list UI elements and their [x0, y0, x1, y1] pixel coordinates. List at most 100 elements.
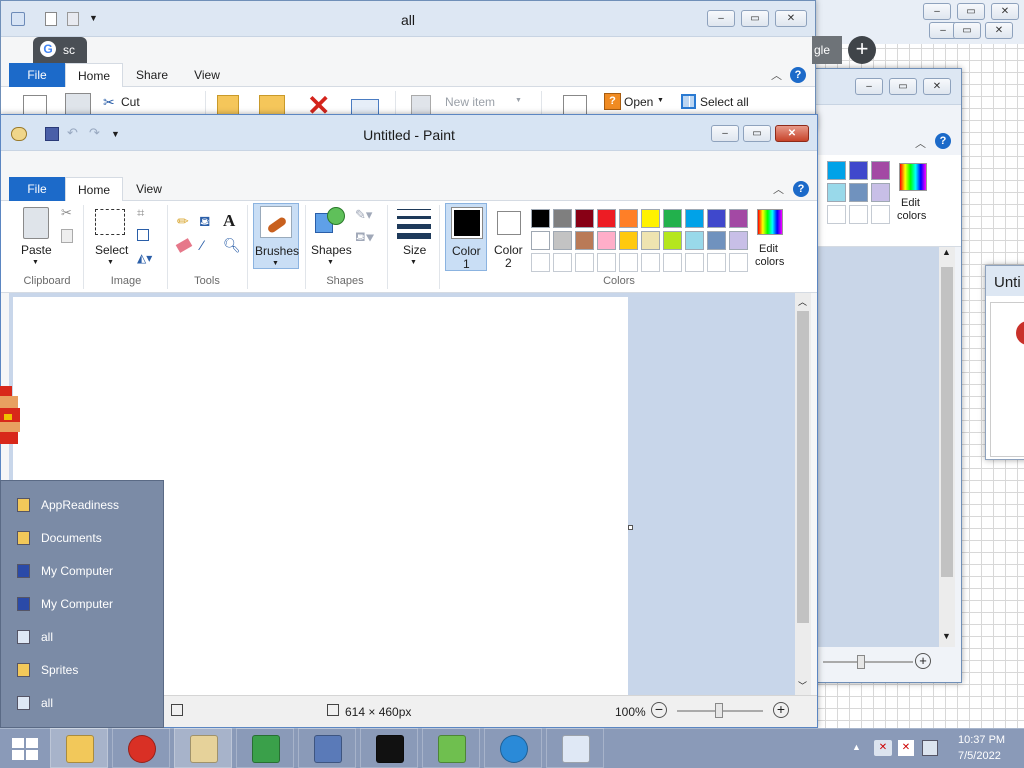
paint-maximize-button[interactable]: ▭ — [743, 125, 771, 142]
taskbar-app-button[interactable] — [174, 728, 232, 768]
paint-tab-home[interactable]: Home — [65, 177, 123, 201]
right-palette-empty-swatch[interactable] — [871, 205, 890, 224]
palette-swatch[interactable] — [575, 209, 594, 228]
explorer-help-icon[interactable]: ? — [790, 67, 806, 83]
scroll-down-icon[interactable]: ▼ — [942, 631, 951, 641]
shape-fill-icon[interactable]: ⛾▾ — [355, 229, 374, 247]
palette-empty-swatch[interactable] — [553, 253, 572, 272]
right-paint-close-button[interactable]: ✕ — [923, 78, 951, 95]
palette-swatch[interactable] — [597, 209, 616, 228]
palette-swatch[interactable] — [531, 231, 550, 250]
eraser-icon[interactable] — [175, 238, 193, 253]
palette-swatch[interactable] — [729, 209, 748, 228]
taskbar-app-button[interactable] — [298, 728, 356, 768]
volume-muted-icon[interactable]: ✕ — [874, 740, 892, 756]
grid-window-restore-2[interactable]: ▭ — [953, 22, 981, 39]
shapes-dropdown-icon[interactable]: ▼ — [327, 259, 334, 266]
grid-window-close-2[interactable]: ✕ — [985, 22, 1013, 39]
chrome-tab-fragment-right[interactable]: gle — [812, 36, 842, 64]
palette-swatch[interactable] — [553, 209, 572, 228]
paint-scroll-thumb[interactable] — [797, 311, 809, 623]
edit-colors-label-a[interactable]: Edit — [759, 243, 778, 255]
explorer-collapse-icon[interactable]: ︿ — [771, 67, 782, 83]
palette-swatch[interactable] — [729, 231, 748, 250]
palette-swatch[interactable] — [707, 209, 726, 228]
palette-swatch[interactable] — [619, 231, 638, 250]
jump-list-item[interactable]: all — [7, 691, 157, 715]
rotate-icon[interactable]: ◭▾ — [137, 251, 152, 265]
palette-empty-swatch[interactable] — [641, 253, 660, 272]
scissors-icon[interactable]: ✂ — [103, 94, 115, 111]
palette-swatch[interactable] — [663, 209, 682, 228]
paste-icon[interactable] — [23, 207, 49, 239]
paste-dropdown-icon[interactable]: ▼ — [32, 259, 39, 266]
edit-colors-label-b[interactable]: colors — [755, 256, 784, 268]
right-paint-collapse-icon[interactable]: ︿ — [915, 135, 926, 151]
taskbar-app-button[interactable] — [112, 728, 170, 768]
paint-close-button[interactable]: ✕ — [775, 125, 809, 142]
palette-swatch[interactable] — [685, 231, 704, 250]
palette-empty-swatch[interactable] — [707, 253, 726, 272]
text-icon[interactable]: A — [223, 211, 235, 231]
scroll-up-icon[interactable]: ▲ — [942, 247, 951, 257]
zoom-in-icon[interactable]: + — [773, 702, 789, 718]
paint-vertical-scrollbar[interactable]: ︿ ﹀ — [795, 293, 811, 695]
shapes-label[interactable]: Shapes — [311, 243, 352, 257]
right-paint-scrollbar[interactable]: ▲ ▼ — [939, 247, 955, 647]
right-paint-edit-colors-1[interactable]: Edit — [901, 197, 920, 209]
right-palette-empty-swatch[interactable] — [827, 205, 846, 224]
grid-window-close-button[interactable]: ✕ — [991, 3, 1019, 20]
size-icon[interactable] — [397, 209, 431, 239]
palette-swatch[interactable] — [619, 209, 638, 228]
explorer-tab-home[interactable]: Home — [65, 63, 123, 87]
zoom-slider-thumb[interactable] — [715, 703, 723, 718]
new-item-label[interactable]: New item — [445, 95, 495, 109]
size-label[interactable]: Size — [403, 243, 426, 257]
edit-colors-icon[interactable] — [757, 209, 783, 235]
select-icon[interactable] — [95, 209, 125, 235]
chrome-tab-fragment[interactable]: G sc — [33, 37, 87, 63]
brushes-button[interactable]: Brushes ▼ — [253, 203, 299, 269]
clock-time[interactable]: 10:37 PM — [958, 734, 1005, 746]
right-palette-swatch[interactable] — [849, 161, 868, 180]
palette-empty-swatch[interactable] — [619, 253, 638, 272]
right-paint-scroll-thumb[interactable] — [941, 267, 953, 577]
taskbar-app-button[interactable] — [50, 728, 108, 768]
resize-icon[interactable] — [137, 229, 149, 241]
rainbow-icon[interactable] — [899, 163, 927, 191]
select-label[interactable]: Select — [95, 243, 128, 257]
explorer-minimize-button[interactable]: – — [707, 10, 735, 27]
new-tab-button[interactable]: + — [848, 36, 876, 64]
palette-swatch[interactable] — [575, 231, 594, 250]
select-dropdown-icon[interactable]: ▼ — [107, 259, 114, 266]
color-picker-icon[interactable]: ⁄ — [201, 237, 203, 253]
shapes-icon[interactable] — [315, 207, 347, 237]
open-dropdown-icon[interactable]: ▼ — [657, 97, 664, 104]
right-paint-maximize-button[interactable]: ▭ — [889, 78, 917, 95]
open-label[interactable]: Open — [624, 95, 653, 109]
palette-empty-swatch[interactable] — [575, 253, 594, 272]
paint-minimize-button[interactable]: – — [711, 125, 739, 142]
cut-icon[interactable]: ✂ — [61, 205, 72, 221]
clock-date[interactable]: 7/5/2022 — [958, 750, 1001, 762]
open-icon[interactable]: ? — [604, 93, 621, 110]
crop-icon[interactable]: ⌗ — [137, 205, 144, 221]
canvas-resize-handle[interactable] — [628, 525, 633, 530]
size-dropdown-icon[interactable]: ▼ — [410, 259, 417, 266]
palette-empty-swatch[interactable] — [663, 253, 682, 272]
jump-list-item[interactable]: all — [7, 625, 157, 649]
color2-label-a[interactable]: Color — [494, 243, 523, 257]
scroll-up-arrow-icon[interactable]: ︿ — [798, 295, 807, 308]
scroll-down-arrow-icon[interactable]: ﹀ — [798, 679, 807, 692]
action-center-icon[interactable]: ✕ — [898, 740, 914, 756]
right-paint-help-icon[interactable]: ? — [935, 133, 951, 149]
color2-swatch[interactable] — [497, 211, 521, 235]
right-palette-swatch[interactable] — [871, 183, 890, 202]
explorer-tab-share[interactable]: Share — [125, 63, 179, 87]
select-all-icon[interactable] — [681, 94, 696, 109]
paint-tab-view[interactable]: View — [123, 177, 175, 201]
explorer-tab-view[interactable]: View — [181, 63, 233, 87]
fill-icon[interactable]: ⛾ — [199, 213, 210, 232]
palette-empty-swatch[interactable] — [531, 253, 550, 272]
right-palette-swatch[interactable] — [871, 161, 890, 180]
